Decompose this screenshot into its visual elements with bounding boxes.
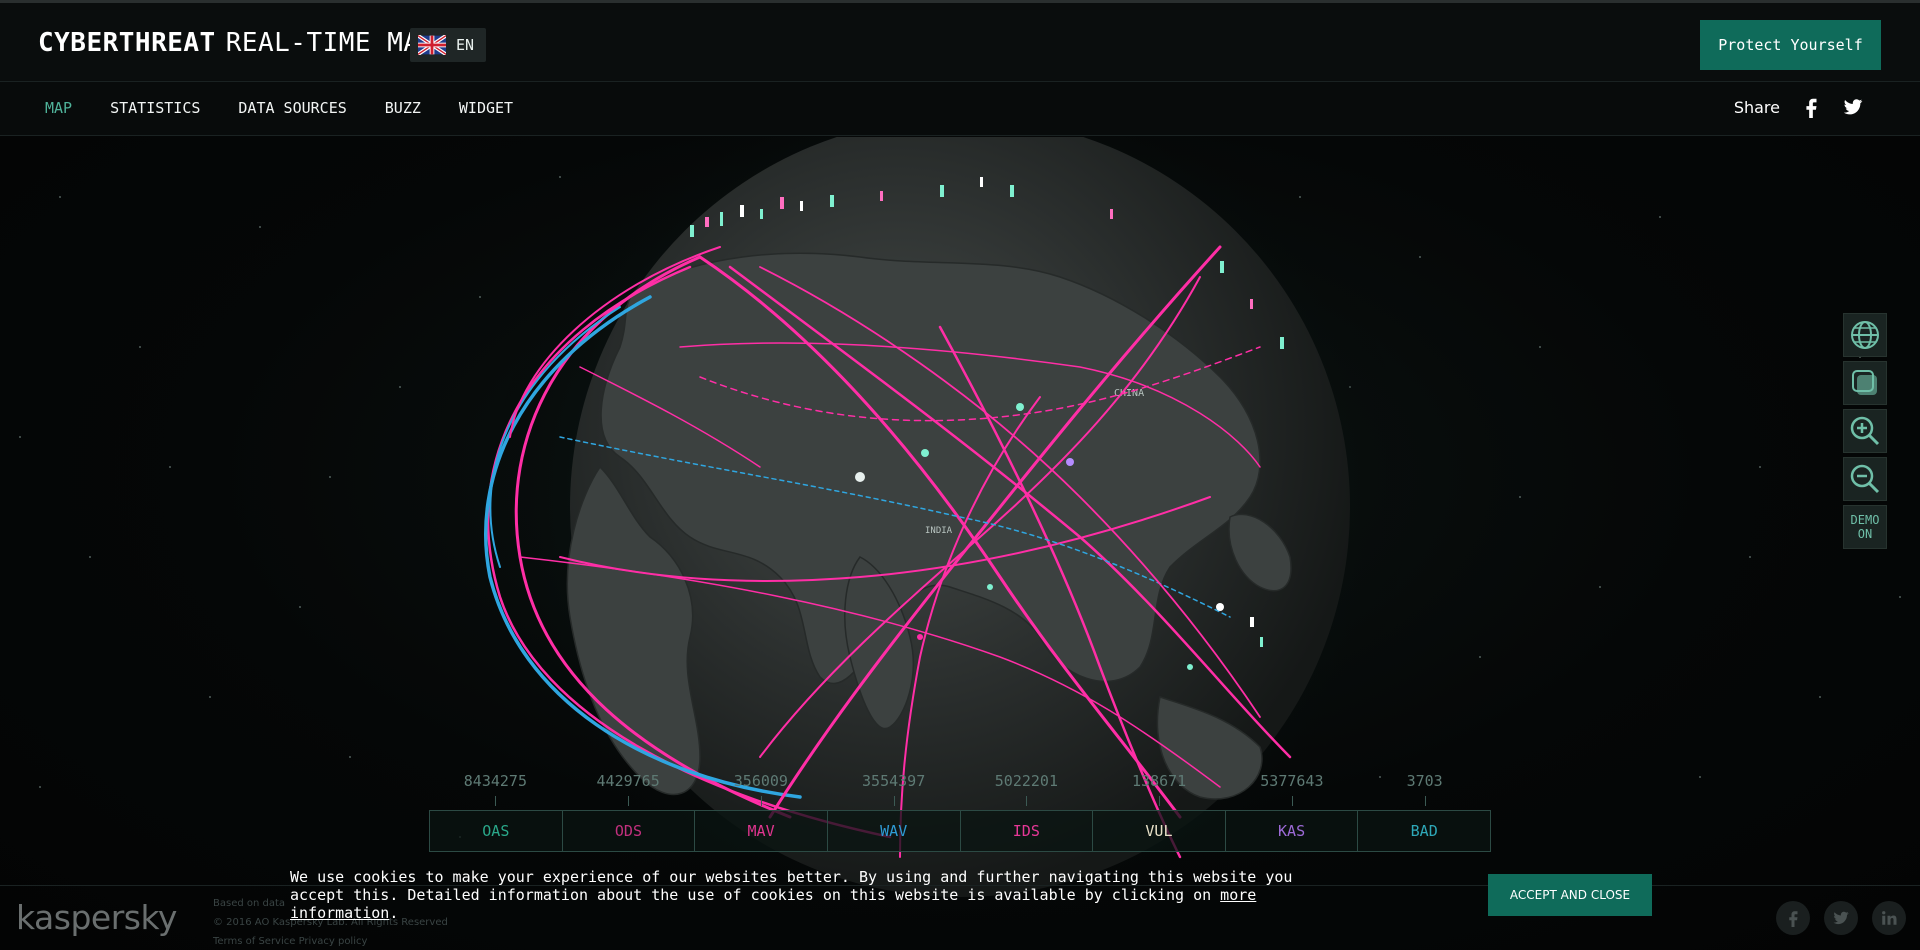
demo-label: DEMO ON xyxy=(1850,513,1880,541)
nav-item-widget[interactable]: WIDGET xyxy=(459,99,513,117)
counter-value-wav: 3554397 xyxy=(862,772,926,790)
tab-kas[interactable]: KAS xyxy=(1226,811,1359,851)
counter-tick xyxy=(960,796,1093,806)
zoom-out-button[interactable] xyxy=(1843,457,1887,501)
tab-mav[interactable]: MAV xyxy=(695,811,828,851)
counter-value-ods: 4429765 xyxy=(596,772,660,790)
counter-tick xyxy=(562,796,695,806)
footer-line-3[interactable]: Terms of Service Privacy policy xyxy=(213,932,448,950)
tab-oas[interactable]: OAS xyxy=(430,811,563,851)
counter-tick xyxy=(1093,796,1226,806)
twitter-icon[interactable] xyxy=(1842,96,1864,118)
cookie-text: We use cookies to make your experience o… xyxy=(290,868,1340,922)
language-selector[interactable]: EN xyxy=(410,28,486,62)
map-label-india: INDIA xyxy=(925,526,953,536)
uk-flag-icon xyxy=(418,35,446,55)
counter-tick xyxy=(695,796,828,806)
language-label: EN xyxy=(456,36,475,54)
nav-item-data-sources[interactable]: DATA SOURCES xyxy=(238,99,346,117)
top-header: CYBERTHREAT REAL-TIME MAP EN Protect Your… xyxy=(0,0,1920,82)
zoom-in-button[interactable] xyxy=(1843,409,1887,453)
counter-tick xyxy=(1358,796,1491,806)
app-root: CYBERTHREAT REAL-TIME MAP EN Protect Your… xyxy=(0,0,1920,950)
main-nav: MAP STATISTICS DATA SOURCES BUZZ WIDGET … xyxy=(0,82,1920,136)
map-controls: DEMO ON xyxy=(1843,313,1887,549)
globe-view-button[interactable] xyxy=(1843,313,1887,357)
tab-ods[interactable]: ODS xyxy=(563,811,696,851)
tab-ids[interactable]: IDS xyxy=(961,811,1094,851)
counter-value-bad: 3703 xyxy=(1406,772,1443,790)
tab-wav[interactable]: WAV xyxy=(828,811,961,851)
counter-value-kas: 5377643 xyxy=(1260,772,1324,790)
counter-tabs: OAS ODS MAV WAV IDS VUL KAS BAD xyxy=(429,810,1491,852)
brand-title[interactable]: CYBERTHREAT REAL-TIME MAP xyxy=(38,28,436,58)
nav-items: MAP STATISTICS DATA SOURCES BUZZ WIDGET xyxy=(45,99,513,117)
counter-ticks xyxy=(429,796,1491,806)
counter-value-ids: 5022201 xyxy=(994,772,1058,790)
cookie-banner: We use cookies to make your experience o… xyxy=(0,862,1920,930)
cookie-text-body: We use cookies to make your experience o… xyxy=(290,868,1293,904)
tab-vul[interactable]: VUL xyxy=(1093,811,1226,851)
globe-icon xyxy=(1851,321,1879,349)
tab-bad[interactable]: BAD xyxy=(1358,811,1490,851)
counter-values: 8434275 4429765 356009 3554397 5022201 1… xyxy=(429,772,1491,790)
counter-value-vul: 138671 xyxy=(1132,772,1187,790)
facebook-icon[interactable] xyxy=(1800,96,1822,118)
counter-tick xyxy=(827,796,960,806)
protect-yourself-button[interactable]: Protect Yourself xyxy=(1700,20,1881,70)
demo-toggle-button[interactable]: DEMO ON xyxy=(1843,505,1887,549)
counter-value-mav: 356009 xyxy=(733,772,788,790)
threat-counters: 8434275 4429765 356009 3554397 5022201 1… xyxy=(429,772,1491,852)
share-label: Share xyxy=(1733,97,1780,117)
cookie-text-end: . xyxy=(389,904,399,922)
zoom-in-icon xyxy=(1850,416,1880,446)
flat-view-button[interactable] xyxy=(1843,361,1887,405)
zoom-out-icon xyxy=(1850,464,1880,494)
nav-item-map[interactable]: MAP xyxy=(45,99,72,117)
brand-rest: REAL-TIME MAP xyxy=(225,28,436,58)
counter-tick xyxy=(429,796,562,806)
nav-item-statistics[interactable]: STATISTICS xyxy=(110,99,200,117)
nav-item-buzz[interactable]: BUZZ xyxy=(385,99,421,117)
accept-cookies-button[interactable]: ACCEPT AND CLOSE xyxy=(1488,874,1652,916)
layers-icon xyxy=(1852,370,1877,395)
counter-value-oas: 8434275 xyxy=(463,772,527,790)
share-bar: Share xyxy=(1734,96,1864,118)
brand-bold: CYBERTHREAT xyxy=(38,28,216,58)
counter-tick xyxy=(1226,796,1359,806)
